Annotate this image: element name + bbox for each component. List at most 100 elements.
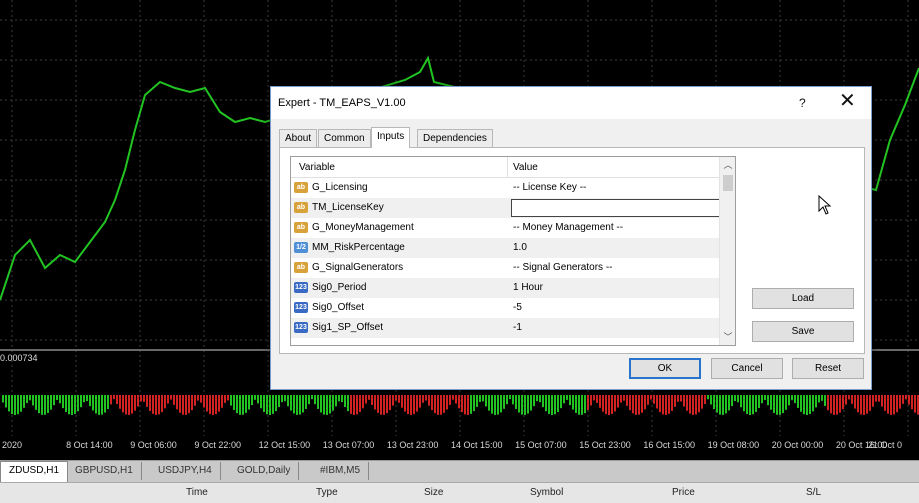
column-header-variable[interactable]: Variable	[299, 162, 335, 173]
help-button[interactable]: ?	[799, 96, 806, 110]
param-row[interactable]: 123 Sig0_Offset -5	[291, 298, 719, 318]
param-type-icon: ab	[294, 222, 308, 233]
histogram-bar	[404, 395, 406, 412]
param-value[interactable]: -- License Key --	[513, 182, 586, 193]
ok-button[interactable]: OK	[629, 358, 701, 379]
histogram-bar	[764, 395, 766, 401]
save-button[interactable]: Save	[752, 321, 854, 342]
histogram-bar	[170, 395, 172, 400]
histogram-bar	[8, 395, 10, 412]
histogram-bar	[218, 395, 220, 412]
histogram-bar	[653, 395, 655, 404]
histogram-bar	[200, 395, 202, 403]
histogram-bar	[914, 395, 916, 413]
histogram-bar	[785, 395, 787, 410]
histogram-bar	[602, 395, 604, 412]
histogram-bar	[413, 395, 415, 415]
histogram-bar	[362, 395, 364, 409]
inputs-scrollbar[interactable]: ︿ ﹀	[719, 157, 735, 345]
param-row[interactable]: ab G_MoneyManagement -- Money Management -…	[291, 218, 719, 238]
histogram-bar	[815, 395, 817, 408]
scroll-up-icon[interactable]: ︿	[720, 157, 735, 173]
scroll-down-icon[interactable]: ﹀	[720, 329, 735, 345]
histogram-bar	[299, 395, 301, 415]
histogram-bar	[647, 395, 649, 405]
histogram-bar	[488, 395, 490, 411]
histogram-bar	[116, 395, 118, 405]
param-row[interactable]: 123 Sig1_SP_Offset -1	[291, 318, 719, 338]
tab-common[interactable]: Common	[318, 129, 371, 147]
param-row[interactable]: ab G_Licensing -- License Key --	[291, 178, 719, 198]
histogram-bar	[401, 395, 403, 408]
chart-tab-usdjpy[interactable]: USDJPY,H4	[150, 462, 221, 480]
histogram-bar	[878, 395, 880, 402]
terminal-col-type[interactable]: Type	[316, 487, 338, 498]
histogram-bar	[506, 395, 508, 405]
param-value[interactable]: -- Signal Generators --	[513, 262, 612, 273]
tab-dependencies[interactable]: Dependencies	[417, 129, 493, 147]
time-axis-label: 21 Oct 0	[868, 440, 903, 450]
scroll-thumb[interactable]	[723, 175, 733, 191]
param-row[interactable]: ab G_SignalGenerators -- Signal Generators…	[291, 258, 719, 278]
terminal-col-size[interactable]: Size	[424, 487, 443, 498]
param-row[interactable]: 1/2 MM_RiskPercentage 1.0	[291, 238, 719, 258]
param-value-input[interactable]	[511, 199, 725, 217]
param-name: G_SignalGenerators	[312, 262, 404, 273]
chart-tab-gbpusd[interactable]: GBPUSD,H1	[67, 462, 142, 480]
param-value[interactable]: -- Money Management --	[513, 222, 623, 233]
histogram-bar	[56, 395, 58, 400]
column-divider[interactable]	[507, 157, 508, 177]
histogram-bar	[668, 395, 670, 414]
time-axis-label: 15 Oct 07:00	[515, 440, 567, 450]
param-name: MM_RiskPercentage	[312, 242, 405, 253]
terminal-col-symbol[interactable]: Symbol	[530, 487, 563, 498]
histogram-bar	[26, 395, 28, 404]
column-header-value[interactable]: Value	[513, 162, 538, 173]
time-axis-label: 13 Oct 07:00	[322, 440, 375, 450]
histogram-bar	[809, 395, 811, 415]
dialog-titlebar[interactable]: Expert - TM_EAPS_V1.00 ? ✕	[271, 87, 871, 119]
histogram-bar	[866, 395, 868, 414]
histogram-bar	[77, 395, 79, 412]
param-row[interactable]: 123 Sig0_Period 1 Hour	[291, 278, 719, 298]
tab-about[interactable]: About	[279, 129, 318, 147]
param-value[interactable]: -5	[513, 302, 522, 313]
chart-tab-zdusd[interactable]: ZDUSD,H1	[0, 461, 69, 482]
param-value[interactable]: 1 Hour	[513, 282, 543, 293]
histogram-bar	[65, 395, 67, 412]
terminal-col-price[interactable]: Price	[672, 487, 695, 498]
histogram-bar	[20, 395, 22, 412]
reset-button[interactable]: Reset	[792, 358, 864, 379]
cancel-button[interactable]: Cancel	[711, 358, 783, 379]
histogram-bar	[302, 395, 304, 413]
terminal-col-sl[interactable]: S/L	[806, 487, 821, 498]
histogram-bar	[662, 395, 664, 415]
histogram-bar	[392, 395, 394, 406]
time-axis-label: 14 Oct 15:00	[451, 440, 503, 450]
histogram-bar	[119, 395, 121, 409]
histogram-bar	[737, 395, 739, 403]
histogram-bar	[524, 395, 526, 415]
tab-inputs[interactable]: Inputs	[371, 127, 411, 148]
histogram-bar	[38, 395, 40, 414]
chart-tab-gold[interactable]: GOLD,Daily	[229, 462, 300, 480]
histogram-bar	[227, 395, 229, 401]
histogram-bar	[536, 395, 538, 402]
histogram-bar	[434, 395, 436, 414]
histogram-bar	[689, 395, 691, 414]
histogram-bar	[161, 395, 163, 413]
load-button[interactable]: Load	[752, 288, 854, 309]
histogram-bar	[317, 395, 319, 409]
histogram-bar	[398, 395, 400, 403]
param-row[interactable]: ab TM_LicenseKey	[291, 198, 725, 218]
terminal-col-time[interactable]: Time	[186, 487, 208, 498]
histogram-bar	[851, 395, 853, 404]
chart-tab-ibm[interactable]: #IBM,M5	[312, 462, 370, 480]
close-button[interactable]: ✕	[839, 91, 856, 111]
histogram-bar	[551, 395, 553, 415]
param-value[interactable]: -1	[513, 322, 522, 333]
histogram-bar	[203, 395, 205, 408]
histogram-bar	[260, 395, 262, 409]
param-value[interactable]: 1.0	[513, 242, 527, 253]
histogram-bar	[158, 395, 160, 415]
